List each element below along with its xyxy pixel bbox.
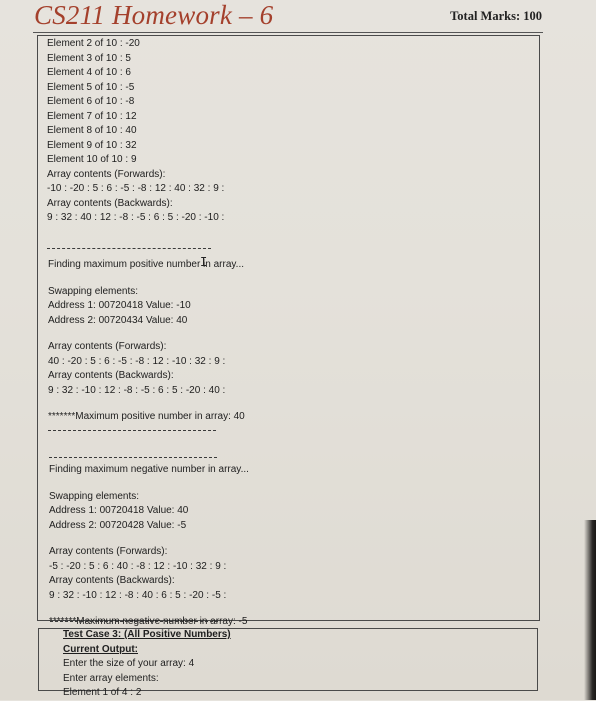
elements-prompt: Enter array elements:: [63, 672, 159, 684]
address-1: Address 1: 00720418 Value: -10: [48, 300, 191, 311]
max-positive-result: *******Maximum positive number in array:…: [48, 411, 245, 422]
program-output-box: Element 2 of 10 : -20 Element 3 of 10 : …: [37, 35, 540, 627]
element-line: Element 3 of 10 : 5: [47, 52, 131, 64]
size-prompt: Enter the size of your array: 4: [63, 658, 195, 669]
forwards-values: -10 : -20 : 5 : 6 : -5 : -8 : 12 : 40 : …: [47, 183, 225, 194]
backwards-values: 9 : 32 : -10 : 12 : -8 : 40 : 6 : 5 : -2…: [49, 589, 227, 601]
current-output-label: Current Output:: [63, 643, 138, 655]
document-title: CS211 Homework – 6: [34, 0, 274, 30]
total-marks: Total Marks: 100: [450, 9, 542, 23]
forwards-values: 40 : -20 : 5 : 6 : -5 : -8 : 12 : -10 : …: [48, 355, 226, 367]
element-line: Element 1 of 4 : 2: [63, 687, 142, 698]
element-line: Element 4 of 10 : 6: [47, 67, 131, 78]
backwards-label: Array contents (Backwards):: [49, 575, 175, 586]
swapping-label: Swapping elements:: [49, 490, 140, 502]
section-max-positive: Finding maximum positive number in array…: [48, 258, 245, 425]
max-negative-heading: Finding maximum negative number in array…: [49, 464, 249, 475]
backwards-values: 9 : 32 : -10 : 12 : -8 : -5 : 6 : 5 : -2…: [48, 384, 226, 396]
address-1: Address 1: 00720418 Value: 40: [49, 505, 189, 516]
element-line: Element 5 of 10 : -5: [47, 81, 135, 93]
element-line: Element 10 of 10 : 9: [47, 154, 137, 165]
element-line: Element 8 of 10 : 40: [47, 125, 137, 136]
separator-line: [47, 248, 211, 249]
separator-line: [48, 430, 216, 431]
forwards-label: Array contents (Forwards):: [49, 546, 168, 557]
max-positive-heading: Finding maximum positive number in array…: [48, 259, 244, 270]
document-header: CS211 Homework – 6 Total Marks: 100: [32, 0, 542, 33]
photo-edge-shadow: [584, 520, 596, 700]
backwards-label: Array contents (Backwards):: [48, 370, 174, 381]
backwards-values: 9 : 32 : 40 : 12 : -8 : -5 : 6 : 5 : -20…: [47, 212, 225, 223]
element-line: Element 7 of 10 : 12: [47, 110, 137, 122]
test-case-content: Test Case 3: (All Positive Numbers) Curr…: [63, 628, 231, 701]
element-line: Element 9 of 10 : 32: [47, 139, 137, 151]
text-cursor-icon: I: [200, 255, 208, 269]
address-2: Address 2: 00720428 Value: -5: [49, 519, 187, 531]
test-case-box: Test Case 3: (All Positive Numbers) Curr…: [38, 628, 538, 698]
forwards-label: Array contents (Forwards):: [47, 168, 166, 180]
test-case-title: Test Case 3: (All Positive Numbers): [63, 629, 231, 640]
header-rule: [33, 32, 543, 33]
forwards-label: Array contents (Forwards):: [48, 341, 167, 352]
swapping-label: Swapping elements:: [48, 285, 139, 297]
separator-line: [49, 457, 217, 458]
backwards-label: Array contents (Backwards):: [47, 197, 173, 209]
address-2: Address 2: 00720434 Value: 40: [48, 314, 188, 326]
forwards-values: -5 : -20 : 5 : 6 : 40 : -8 : 12 : -10 : …: [49, 560, 227, 572]
element-line: Element 2 of 10 : -20: [47, 38, 140, 49]
section-max-negative: Finding maximum negative number in array…: [49, 463, 249, 630]
section-input-elements: Element 2 of 10 : -20 Element 3 of 10 : …: [47, 37, 224, 226]
separator-line: [50, 621, 218, 622]
element-line: Element 6 of 10 : -8: [47, 96, 135, 107]
